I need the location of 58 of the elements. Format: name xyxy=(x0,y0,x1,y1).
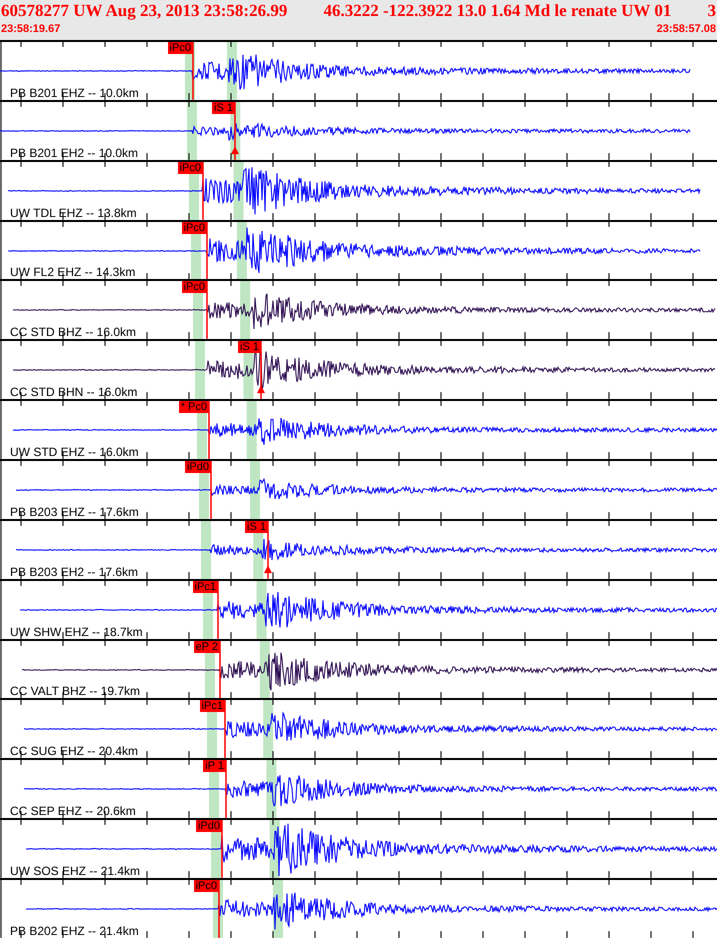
pick-label: * Pc0 xyxy=(178,401,209,414)
pick-line xyxy=(225,760,227,818)
pick-label: iS 1 xyxy=(212,102,235,114)
pick-label: iPc0 xyxy=(182,222,207,234)
station-label: CC STD BHZ -- 16.0km xyxy=(10,325,136,340)
window-band xyxy=(246,401,257,460)
station-label: CC SUG EHZ -- 20.4km xyxy=(10,744,138,758)
window-band xyxy=(195,341,205,400)
start-time: 23:58:19.67 xyxy=(1,22,60,37)
triangle-icon xyxy=(257,386,265,394)
pick-label: iPd0 xyxy=(196,820,222,832)
window-band xyxy=(201,520,211,579)
window-band xyxy=(187,102,197,160)
pick-line xyxy=(192,42,194,100)
pick-label: eP 2 xyxy=(194,640,220,653)
station-label: UW FL2 EHZ -- 14.3km xyxy=(10,265,136,280)
pick-line xyxy=(234,102,236,160)
station-label: PB B202 EHZ -- 21.4km xyxy=(10,924,139,938)
triangle-icon xyxy=(264,565,272,573)
pick-label: iPc0 xyxy=(168,42,193,54)
station-label: PB B201 EHZ -- 10.0km xyxy=(10,86,139,100)
event-title: 60578277 UW Aug 23, 2013 23:58:26.99 xyxy=(1,0,288,21)
pick-line xyxy=(217,580,219,639)
pick-label: iPd0 xyxy=(184,461,211,474)
station-label: CC VALT BHZ -- 19.7km xyxy=(10,684,140,698)
window-band xyxy=(250,461,260,519)
pick-line xyxy=(267,520,269,579)
pick-line xyxy=(206,222,208,280)
pick-line xyxy=(208,401,210,460)
window-band xyxy=(263,700,274,758)
station-label: PB B203 EHZ -- 17.6km xyxy=(10,504,139,519)
triangle-icon xyxy=(231,146,239,154)
pick-label: iPc0 xyxy=(182,281,207,294)
station-label: CC STD BHN -- 16.0km xyxy=(10,385,138,400)
pick-label: iS 1 xyxy=(245,520,268,533)
pick-label: iPc0 xyxy=(178,162,203,174)
window-band xyxy=(260,640,270,698)
pick-line xyxy=(218,880,220,938)
pick-label: iPc1 xyxy=(192,580,218,593)
pick-line xyxy=(202,162,204,220)
event-title: 46.3222 -122.3922 13.0 1.64 Md le renate UW 01 xyxy=(323,0,672,21)
window-band xyxy=(256,580,267,639)
station-label: PB B201 EH2 -- 10.0km xyxy=(10,146,138,160)
station-label: PB B203 EH2 -- 17.6km xyxy=(10,564,138,579)
pick-line xyxy=(260,341,262,400)
station-label: CC SEP EHZ -- 20.6km xyxy=(10,804,136,818)
window-band xyxy=(240,281,250,340)
pick-line xyxy=(224,700,226,758)
event-title: 3 xyxy=(707,0,716,21)
pick-line xyxy=(219,640,221,698)
pick-label: iPc0 xyxy=(194,880,219,892)
pick-line xyxy=(206,281,208,340)
end-time: 23:58:57.08 xyxy=(656,22,716,37)
pick-line xyxy=(221,820,223,878)
pick-label: iP 1 xyxy=(203,760,226,772)
pick-line xyxy=(210,461,212,519)
pick-label: iS 1 xyxy=(238,341,261,354)
pick-label: iPc1 xyxy=(200,700,225,712)
